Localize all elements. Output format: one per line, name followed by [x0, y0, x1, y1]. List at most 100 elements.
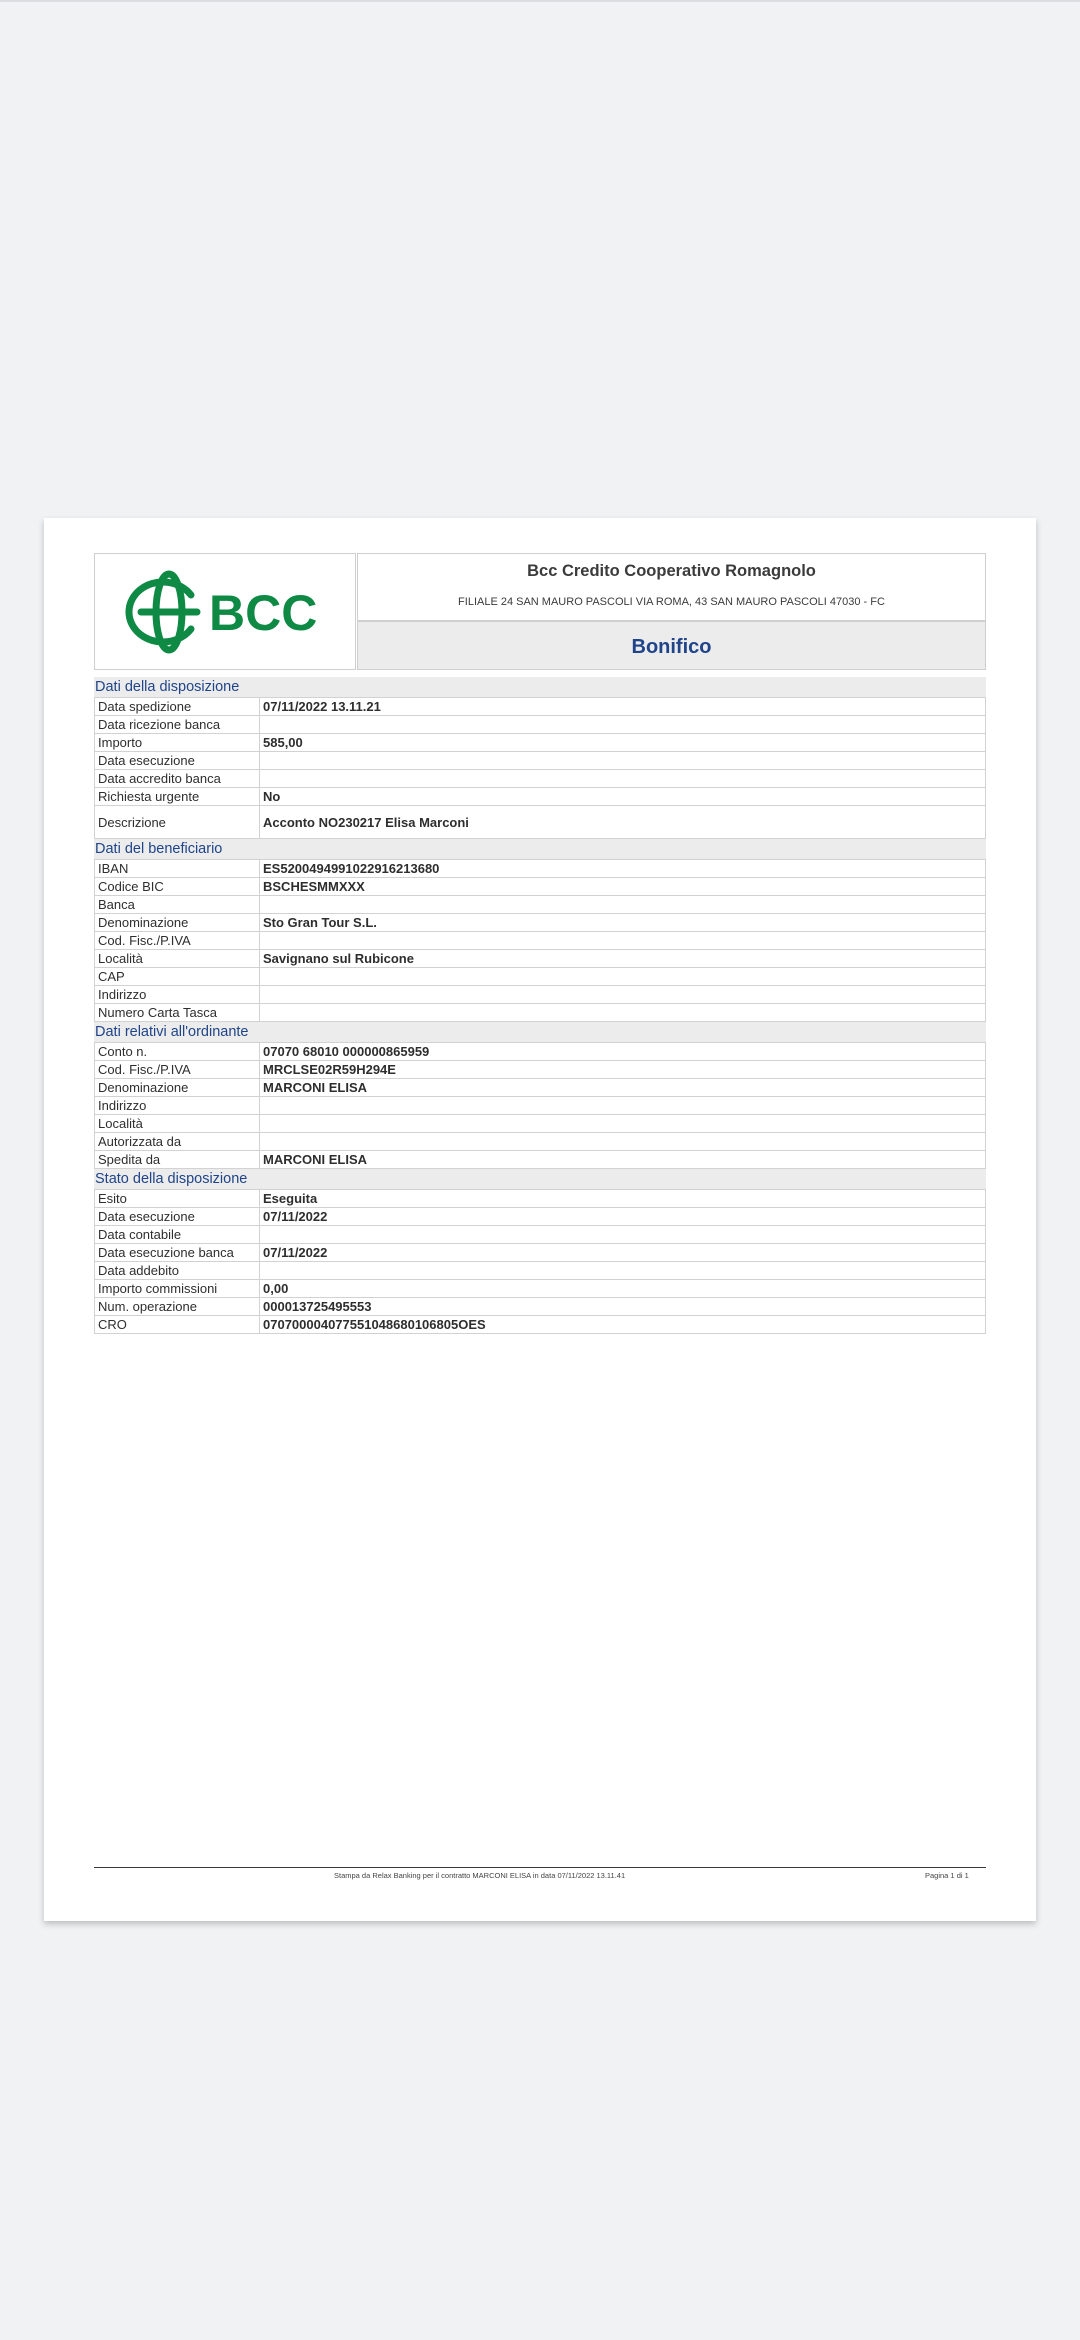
- bank-info-box: Bcc Credito Cooperativo Romagnolo FILIAL…: [357, 553, 986, 621]
- field-value: MARCONI ELISA: [259, 1150, 986, 1169]
- field-label: Autorizzata da: [94, 1132, 260, 1151]
- print-note: Stampa da Relax Banking per il contratto…: [334, 1871, 626, 1880]
- field-value: 585,00: [259, 733, 986, 752]
- field-value: [259, 895, 986, 914]
- field-label: IBAN: [94, 859, 260, 878]
- table-row: Num. operazione 000013725495553: [94, 1297, 986, 1316]
- field-label: Esito: [94, 1189, 260, 1208]
- field-label: Num. operazione: [94, 1297, 260, 1316]
- field-label: Cod. Fisc./P.IVA: [94, 931, 260, 950]
- field-value: [259, 985, 986, 1004]
- field-label: Data spedizione: [94, 697, 260, 716]
- field-label: Importo: [94, 733, 260, 752]
- field-label: Data esecuzione banca: [94, 1243, 260, 1262]
- logo-wordmark: BCC: [209, 585, 317, 641]
- section-title: Dati del beneficiario: [94, 839, 986, 859]
- footer-divider: [94, 1867, 986, 1868]
- section-title: Dati relativi all'ordinante: [94, 1022, 986, 1042]
- field-value: ES5200494991022916213680: [259, 859, 986, 878]
- table-row: Data addebito: [94, 1261, 986, 1280]
- field-label: Descrizione: [94, 805, 260, 839]
- table-row: Cod. Fisc./P.IVA: [94, 931, 986, 950]
- field-label: CAP: [94, 967, 260, 986]
- table-row: Importo 585,00: [94, 733, 986, 752]
- field-value: 070700004077551048680106805OES: [259, 1315, 986, 1334]
- table-row: CRO 070700004077551048680106805OES: [94, 1315, 986, 1334]
- table-row: Indirizzo: [94, 1096, 986, 1115]
- field-value: [259, 967, 986, 986]
- field-value: BSCHESMMXXX: [259, 877, 986, 896]
- field-value: [259, 1225, 986, 1244]
- field-value: 07/11/2022: [259, 1243, 986, 1262]
- field-label: Spedita da: [94, 1150, 260, 1169]
- table-row: Data ricezione banca: [94, 715, 986, 734]
- field-label: Cod. Fisc./P.IVA: [94, 1060, 260, 1079]
- page-number: Pagina 1 di 1: [925, 1871, 969, 1880]
- field-label: Data ricezione banca: [94, 715, 260, 734]
- table-row: IBAN ES5200494991022916213680: [94, 859, 986, 878]
- table-row: Data contabile: [94, 1225, 986, 1244]
- field-value: [259, 1132, 986, 1151]
- field-label: Indirizzo: [94, 985, 260, 1004]
- document-page: BCC Bcc Credito Cooperativo Romagnolo FI…: [44, 518, 1036, 1921]
- details-table: Conto n. 07070 68010 000000865959 Cod. Fis…: [94, 1042, 986, 1169]
- field-label: Data accredito banca: [94, 769, 260, 788]
- field-value: No: [259, 787, 986, 806]
- field-label: Richiesta urgente: [94, 787, 260, 806]
- document-title: Bonifico: [631, 636, 712, 658]
- document-header: BCC Bcc Credito Cooperativo Romagnolo FI…: [94, 553, 986, 670]
- table-row: Data esecuzione 07/11/2022: [94, 1207, 986, 1226]
- field-value: MARCONI ELISA: [259, 1078, 986, 1097]
- table-row: Denominazione MARCONI ELISA: [94, 1078, 986, 1097]
- field-value: Eseguita: [259, 1189, 986, 1208]
- field-value: [259, 769, 986, 788]
- field-label: Data contabile: [94, 1225, 260, 1244]
- document-title-box: Bonifico: [357, 621, 986, 670]
- field-value: 0,00: [259, 1279, 986, 1298]
- field-value: Sto Gran Tour S.L.: [259, 913, 986, 932]
- table-row: Data accredito banca: [94, 769, 986, 788]
- field-value: [259, 751, 986, 770]
- field-value: [259, 931, 986, 950]
- field-label: Banca: [94, 895, 260, 914]
- field-label: Denominazione: [94, 1078, 260, 1097]
- table-row: Codice BIC BSCHESMMXXX: [94, 877, 986, 896]
- field-label: Data esecuzione: [94, 1207, 260, 1226]
- table-row: Descrizione Acconto NO230217 Elisa Marcon…: [94, 805, 986, 839]
- branch-address: FILIALE 24 SAN MAURO PASCOLI VIA ROMA, 4…: [458, 596, 885, 608]
- table-row: Data esecuzione: [94, 751, 986, 770]
- table-row: Esito Eseguita: [94, 1189, 986, 1208]
- field-label: Denominazione: [94, 913, 260, 932]
- field-label: Indirizzo: [94, 1096, 260, 1115]
- details-table: Data spedizione 07/11/2022 13.11.21 Data r…: [94, 697, 986, 839]
- table-row: Richiesta urgente No: [94, 787, 986, 806]
- field-value: 07/11/2022: [259, 1207, 986, 1226]
- bcc-logo: BCC: [125, 570, 317, 654]
- field-label: Località: [94, 949, 260, 968]
- details-table: IBAN ES5200494991022916213680 Codice BIC BS…: [94, 859, 986, 1022]
- table-row: Data spedizione 07/11/2022 13.11.21: [94, 697, 986, 716]
- field-label: Codice BIC: [94, 877, 260, 896]
- table-row: Conto n. 07070 68010 000000865959: [94, 1042, 986, 1061]
- field-value: [259, 1261, 986, 1280]
- table-row: Indirizzo: [94, 985, 986, 1004]
- field-value: [259, 715, 986, 734]
- field-value: [259, 1003, 986, 1022]
- table-row: Località Savignano sul Rubicone: [94, 949, 986, 968]
- field-label: Importo commissioni: [94, 1279, 260, 1298]
- transfer-details: Dati della disposizione Data spedizione 07…: [94, 677, 986, 1334]
- table-row: Denominazione Sto Gran Tour S.L.: [94, 913, 986, 932]
- field-value: Acconto NO230217 Elisa Marconi: [259, 805, 986, 839]
- screen: { "brand": { "logo_text": "BCC", "logo_c…: [0, 0, 1080, 2340]
- table-row: Autorizzata da: [94, 1132, 986, 1151]
- field-label: Numero Carta Tasca: [94, 1003, 260, 1022]
- field-label: Conto n.: [94, 1042, 260, 1061]
- table-row: Banca: [94, 895, 986, 914]
- field-value: 000013725495553: [259, 1297, 986, 1316]
- field-value: [259, 1096, 986, 1115]
- field-value: Savignano sul Rubicone: [259, 949, 986, 968]
- details-table: Esito Eseguita Data esecuzione 07/11/2022 Da…: [94, 1189, 986, 1334]
- field-value: 07/11/2022 13.11.21: [259, 697, 986, 716]
- bank-logo-box: BCC: [94, 553, 356, 670]
- table-row: Cod. Fisc./P.IVA MRCLSE02R59H294E: [94, 1060, 986, 1079]
